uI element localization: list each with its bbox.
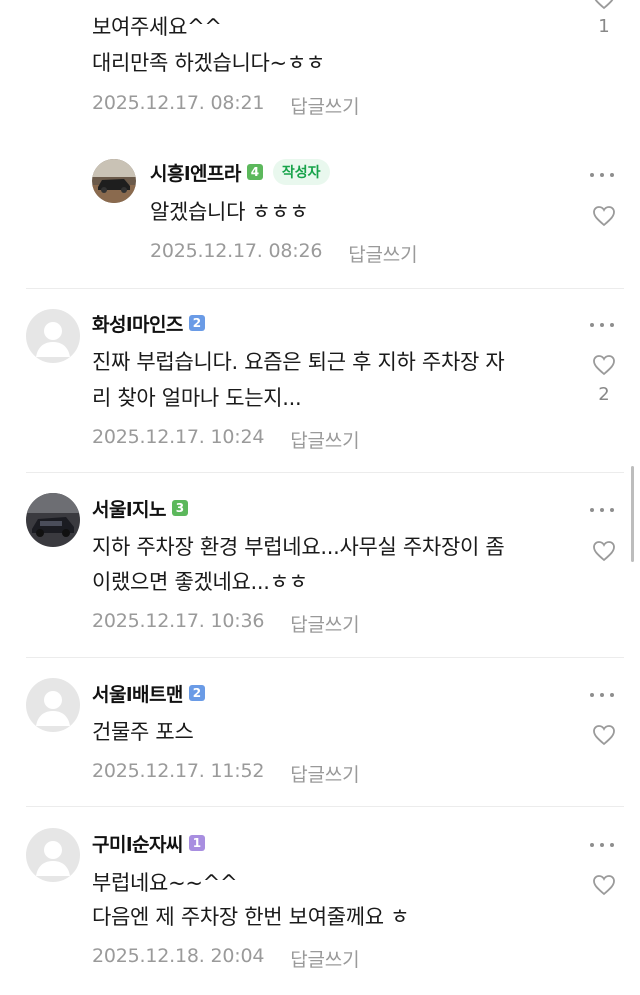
like-button[interactable] [592, 540, 616, 562]
person-icon [36, 322, 70, 357]
default-avatar[interactable] [26, 678, 80, 732]
comment-meta: 2025.12.17. 10:36 답글쓰기 [92, 610, 360, 637]
reply-link[interactable]: 답글쓰기 [290, 426, 359, 453]
more-options-icon[interactable] [590, 320, 614, 330]
comment-text-line: 지하 주차장 환경 부럽네요...사무실 주차장이 좀 [92, 535, 505, 559]
reply-link[interactable]: 답글쓰기 [348, 240, 417, 267]
reply-link[interactable]: 답글쓰기 [290, 610, 359, 637]
person-icon [36, 691, 70, 726]
default-avatar[interactable] [26, 309, 80, 363]
author-name[interactable]: 화성l마인즈 [92, 310, 183, 337]
avatar[interactable] [26, 493, 80, 547]
more-options-icon[interactable] [590, 505, 614, 515]
level-badge: 2 [188, 315, 205, 331]
heart-icon [593, 541, 615, 562]
like-button[interactable] [592, 724, 616, 746]
author-line: 화성l마인즈 2 [92, 310, 205, 337]
more-options-icon[interactable] [590, 170, 614, 180]
level-badge: 1 [188, 835, 205, 851]
comment-meta: 2025.12.18. 20:04 답글쓰기 [92, 945, 360, 972]
more-options-icon[interactable] [590, 840, 614, 850]
author-line: 서울l지노 3 [92, 495, 188, 522]
divider [26, 472, 624, 473]
comment-text-line: 다음엔 제 주차장 한번 보여줄께요 ㅎ [92, 905, 410, 929]
comment-text-line: 리 찾아 얼마나 도는지... [92, 386, 302, 410]
more-options-icon[interactable] [590, 690, 614, 700]
comment-date: 2025.12.17. 08:26 [150, 240, 323, 262]
author-name[interactable]: 서울l지노 [92, 495, 166, 522]
like-count: 2 [598, 384, 610, 405]
heart-icon [593, 725, 615, 746]
comment-meta: 2025.12.17. 08:21 답글쓰기 [92, 92, 360, 119]
writer-badge: 작성자 [272, 159, 330, 185]
author-name[interactable]: 서울l배트맨 [92, 680, 183, 707]
comment-date: 2025.12.18. 20:04 [92, 945, 265, 967]
reply-link[interactable]: 답글쓰기 [290, 760, 359, 787]
car-photo-icon [92, 159, 136, 203]
reply-link[interactable]: 답글쓰기 [290, 92, 359, 119]
comment-text-line: 보여주세요^^ [92, 15, 222, 39]
comment-date: 2025.12.17. 10:36 [92, 610, 265, 632]
author-name[interactable]: 시흥l엔프라 [150, 159, 241, 186]
comment-date: 2025.12.17. 10:24 [92, 426, 265, 448]
author-line: 서울l배트맨 2 [92, 680, 205, 707]
divider [26, 657, 624, 658]
like-button[interactable] [592, 205, 616, 227]
author-name[interactable]: 구미l순자씨 [92, 830, 183, 857]
comment-text-line: 대리만족 하겠습니다~ㅎㅎ [92, 51, 325, 75]
comment-text-line: 건물주 포스 [92, 720, 194, 744]
heart-icon [594, 0, 614, 10]
like-button[interactable] [592, 874, 616, 896]
comment-date: 2025.12.17. 11:52 [92, 760, 265, 782]
heart-icon [593, 206, 615, 227]
comment-text-line: 알겠습니다 ㅎㅎㅎ [150, 200, 309, 224]
person-icon [36, 841, 70, 876]
author-line: 시흥l엔프라 4 작성자 [150, 159, 330, 186]
level-badge: 2 [188, 685, 205, 701]
divider [26, 288, 624, 289]
comment-screen: { "colors": { "level_green": "#5cb85c", … [0, 0, 640, 995]
comment-text-line: 부럽네요~~^^ [92, 871, 238, 895]
comment-text-line: 이랬으면 좋겠네요...ㅎㅎ [92, 570, 308, 594]
like-button[interactable] [592, 0, 616, 10]
comment-meta: 2025.12.17. 10:24 답글쓰기 [92, 426, 360, 453]
comment-meta: 2025.12.17. 11:52 답글쓰기 [92, 760, 360, 787]
comment-date: 2025.12.17. 08:21 [92, 92, 265, 114]
level-badge: 3 [171, 500, 188, 516]
default-avatar[interactable] [26, 828, 80, 882]
divider [26, 806, 624, 807]
author-line: 구미l순자씨 1 [92, 830, 205, 857]
avatar[interactable] [92, 159, 136, 203]
comment-text-line: 진짜 부럽습니다. 요즘은 퇴근 후 지하 주차장 자 [92, 350, 505, 374]
level-badge: 4 [246, 164, 263, 180]
heart-icon [593, 355, 615, 376]
like-count: 1 [598, 16, 610, 37]
car-photo-icon [26, 493, 80, 547]
reply-link[interactable]: 답글쓰기 [290, 945, 359, 972]
like-button[interactable] [592, 354, 616, 376]
comment-meta: 2025.12.17. 08:26 답글쓰기 [150, 240, 418, 267]
scrollbar[interactable] [631, 466, 634, 562]
heart-icon [593, 875, 615, 896]
